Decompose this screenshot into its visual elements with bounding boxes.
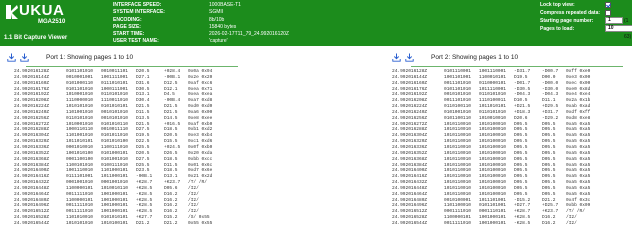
symbol-2-cell: D21.2 — [164, 220, 178, 226]
starting-page-label: Starting page number: — [540, 18, 594, 24]
app-title: 1.1 Bit Capture Viewer — [4, 35, 68, 41]
bits-2-cell: 1010100101 — [101, 220, 129, 226]
download-all-icon[interactable] — [20, 53, 29, 62]
symbol-1-cell: -K28.5 — [514, 220, 531, 226]
info-row-encoding: Encoding: 8b/10b — [113, 17, 289, 24]
info-label: Interface speed: — [113, 2, 162, 8]
brand-logo: UKUA MGA2510 — [6, 2, 66, 32]
logo-model: MGA2510 — [38, 19, 66, 25]
info-value: SGMII — [209, 9, 224, 16]
lock-top-view-label: Lock top view: — [540, 2, 575, 8]
info-row-start-time: Start time: 2026-02-17T11_79_24.99201612… — [113, 31, 289, 38]
bits-1-cell: 0011111010 — [444, 220, 472, 226]
port-2-panel: Port 2: Showing pages 1 to 10 — [392, 53, 630, 65]
capture-info: Interface speed: 1000BASE-T1 System inte… — [113, 2, 289, 46]
symbol-2-cell: D16.2 — [542, 220, 556, 226]
info-value: 15840 bytes — [209, 23, 237, 30]
port-2-header: Port 2: Showing pages 1 to 10 — [392, 53, 630, 65]
info-label: System interface: — [113, 9, 165, 16]
info-value: 2026-02-17T11_79_24.992016120Z — [209, 31, 289, 38]
logo-mark-icon — [6, 5, 18, 19]
capture-row: 24.992016544Z 1010101010 1010100101 D21.2 D2… — [14, 221, 212, 227]
info-row-user-test-name: User test name: 'capture' — [113, 38, 289, 45]
port-2-title: Port 2: Showing pages 1 to 10 — [431, 54, 519, 61]
info-label: Start time: — [113, 31, 145, 38]
info-value: 1000BASE-T1 — [209, 2, 241, 8]
info-value: 8b/10b — [209, 16, 225, 23]
bits-1-cell: 1010101010 — [66, 220, 94, 226]
info-row-system-interface: System interface: SGMII — [113, 9, 289, 16]
info-value: 'capture' — [209, 38, 228, 45]
port-1-divider — [26, 66, 238, 67]
info-row-interface-speed: Interface speed: 1000BASE-T1 — [113, 2, 289, 9]
port-1-capture-list: 24.992016128Z 0101101010 0010011101 D20.5 +0… — [14, 69, 212, 227]
app-header: UKUA MGA2510 1.1 Bit Capture Viewer Inte… — [0, 0, 632, 46]
hex-cell: 0x55 0x55 — [188, 220, 213, 226]
symbol-1-cell: D21.2 — [136, 220, 150, 226]
port-2-capture-list: 24.992016128Z 0101110001 1001110001 -D31.7-… — [392, 69, 590, 227]
logo-text: UKUA — [19, 2, 65, 19]
download-icon[interactable] — [7, 53, 16, 62]
info-row-page-size: Page size: 15840 bytes — [113, 24, 289, 31]
pages-to-load-label: Pages to load: — [540, 26, 575, 32]
download-all-icon[interactable] — [405, 53, 414, 62]
starting-page-input[interactable]: 1 — [605, 17, 623, 24]
info-label: Encoding: — [113, 16, 142, 23]
port-1-title: Port 1: Showing pages 1 to 10 — [46, 54, 134, 61]
download-icon[interactable] — [392, 53, 401, 62]
timestamp-cell: 24.992016544Z — [392, 220, 428, 226]
port-2-divider — [411, 66, 623, 67]
port-1-panel: Port 1: Showing pages 1 to 10 — [7, 53, 245, 65]
compress-checkbox[interactable] — [605, 10, 611, 16]
compress-label: Compress repeated data: — [540, 10, 601, 16]
timestamp-cell: 24.992016544Z — [14, 220, 50, 226]
info-label: Page size: — [113, 23, 141, 30]
pages-to-load-input[interactable]: 10 — [605, 25, 632, 32]
hex-cell: /I2/ — [566, 220, 577, 226]
info-label: User test name: — [113, 38, 159, 45]
port-1-header: Port 1: Showing pages 1 to 10 — [7, 53, 245, 65]
bits-2-cell: 1001000101 — [479, 220, 507, 226]
lock-top-view-checkbox[interactable] — [605, 2, 611, 8]
capture-row: 24.992016544Z 0011111010 1001000101 -K28.5 D… — [392, 221, 590, 227]
